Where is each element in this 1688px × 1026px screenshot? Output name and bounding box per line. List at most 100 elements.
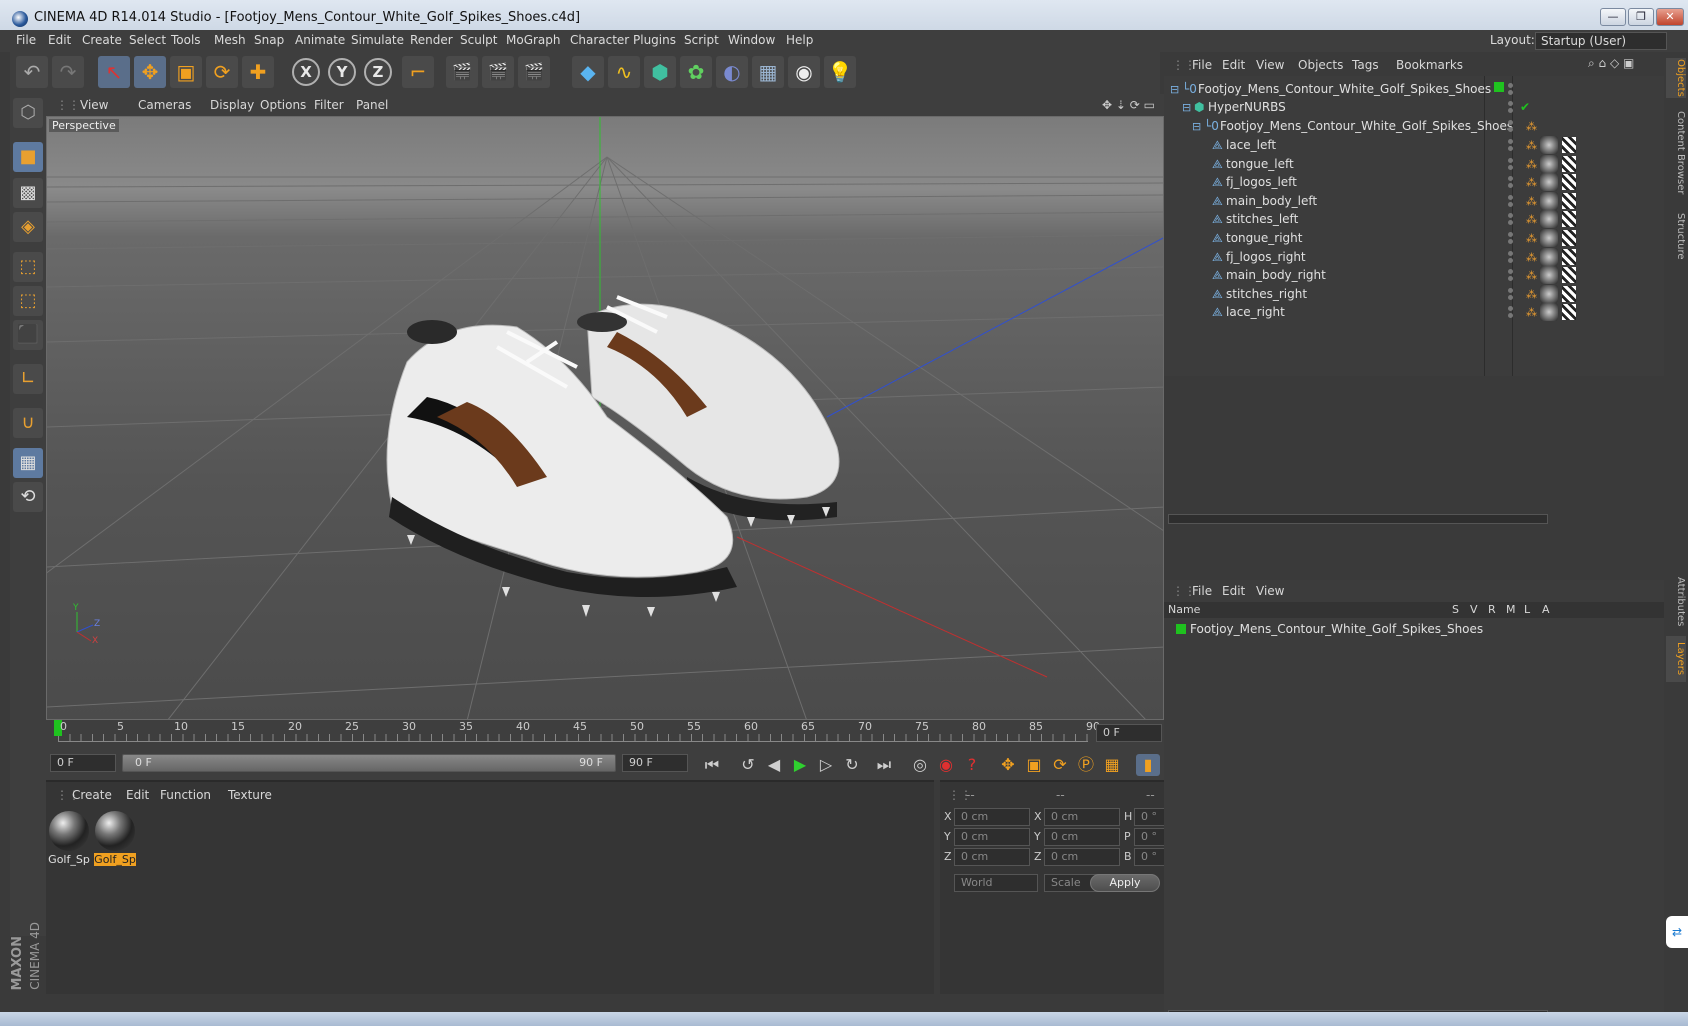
texture-mode-icon[interactable]: ▩: [13, 178, 43, 208]
go-to-start-icon[interactable]: ⏮: [700, 754, 724, 776]
scale-tool-icon[interactable]: ▣: [170, 56, 202, 88]
phong-tag-icon[interactable]: ⁂: [1526, 232, 1538, 245]
material-swatch[interactable]: Golf_Sp: [48, 810, 90, 870]
key-scale-icon[interactable]: ▣: [1022, 754, 1046, 776]
phong-tag-icon[interactable]: ⁂: [1526, 306, 1538, 319]
mat-menu-texture[interactable]: Texture: [228, 788, 272, 802]
texture-tag-icon[interactable]: [1540, 154, 1558, 173]
coord-value-field[interactable]: 0 cm: [954, 808, 1030, 826]
viewport-nav-icons[interactable]: ✥ ⇣ ⟳ ▭: [1102, 98, 1155, 112]
object-row[interactable]: ⟁ tongue_right ⁂: [1164, 229, 1652, 248]
object-row-group[interactable]: ⊟ └0 Footjoy_Mens_Contour_White_Golf_Spi…: [1164, 117, 1652, 136]
object-row[interactable]: ⟁ stitches_left ⁂: [1164, 210, 1652, 229]
uvw-tag-icon[interactable]: [1562, 267, 1576, 284]
menu-window[interactable]: Window: [728, 33, 775, 47]
prev-key-icon[interactable]: ↺: [736, 754, 760, 776]
tab-structure[interactable]: Structure: [1666, 206, 1686, 266]
maximize-button[interactable]: ❐: [1628, 8, 1654, 26]
polygons-mode-icon[interactable]: ⬛: [13, 320, 43, 350]
phong-tag-icon[interactable]: ⁂: [1526, 269, 1538, 282]
teamviewer-icon[interactable]: ⇄: [1666, 916, 1688, 948]
move-tool-icon[interactable]: ✥: [134, 56, 166, 88]
menu-animate[interactable]: Animate: [295, 33, 345, 47]
edges-mode-icon[interactable]: ⬚: [13, 286, 43, 316]
menu-edit[interactable]: Edit: [48, 33, 71, 47]
mat-menu-edit[interactable]: Edit: [126, 788, 149, 802]
object-row[interactable]: ⟁ fj_logos_right ⁂: [1164, 247, 1652, 267]
apply-button[interactable]: Apply: [1090, 874, 1160, 892]
menu-mesh[interactable]: Mesh: [214, 33, 246, 47]
menu-select[interactable]: Select: [129, 33, 166, 47]
om-menu-edit[interactable]: Edit: [1222, 58, 1245, 72]
model-mode-icon[interactable]: ■: [13, 142, 43, 172]
menu-plugins[interactable]: Plugins: [633, 33, 676, 47]
3d-viewport[interactable]: Perspective Y Z X: [46, 116, 1164, 720]
om-menu-bookmarks[interactable]: Bookmarks: [1396, 58, 1463, 72]
minimize-button[interactable]: —: [1600, 8, 1626, 26]
om-menu-tags[interactable]: Tags: [1352, 58, 1379, 72]
texture-tag-icon[interactable]: [1540, 191, 1558, 210]
tab-attributes[interactable]: Attributes: [1666, 572, 1686, 632]
render-picture-viewer-icon[interactable]: 🎬: [482, 56, 514, 88]
key-pla-icon[interactable]: ▦: [1100, 754, 1124, 776]
menu-mograph[interactable]: MoGraph: [506, 33, 561, 47]
texture-tag-icon[interactable]: [1540, 266, 1558, 285]
texture-tag-icon[interactable]: [1540, 136, 1558, 154]
add-object-icon[interactable]: ✚: [242, 56, 274, 88]
uvw-tag-icon[interactable]: [1562, 248, 1576, 265]
workplane-lock-icon[interactable]: ▦: [13, 448, 43, 478]
floor-scene-icon[interactable]: ▦: [752, 56, 784, 88]
menu-file[interactable]: File: [16, 33, 36, 47]
object-row[interactable]: ⟁ lace_right ⁂: [1164, 303, 1652, 322]
record-off-icon[interactable]: ◎: [908, 754, 932, 776]
om-search-home-icons[interactable]: ⌕ ⌂ ◇ ▣: [1588, 56, 1634, 71]
workplane-mode-icon[interactable]: ◈: [13, 212, 43, 242]
record-icon[interactable]: ◉: [934, 754, 958, 776]
vp-menu-cameras[interactable]: Cameras: [138, 98, 191, 112]
y-axis-lock-icon[interactable]: Y: [328, 58, 356, 86]
uvw-tag-icon[interactable]: [1562, 230, 1576, 246]
object-row-hypernurbs[interactable]: ⊟ ⬢ HyperNURBS ✔: [1164, 98, 1652, 117]
menu-simulate[interactable]: Simulate: [351, 33, 404, 47]
key-position-icon[interactable]: ✥: [996, 754, 1020, 776]
phong-tag-icon[interactable]: ⁂: [1526, 176, 1538, 189]
uvw-tag-icon[interactable]: [1562, 304, 1576, 321]
vp-menu-view[interactable]: View: [80, 98, 108, 112]
vp-menu-filter[interactable]: Filter: [314, 98, 344, 112]
material-swatch-selected[interactable]: Golf_Sp: [94, 810, 136, 870]
texture-tag-icon[interactable]: [1540, 210, 1558, 229]
texture-tag-icon[interactable]: [1540, 303, 1558, 322]
mat-menu-function[interactable]: Function: [160, 788, 211, 802]
coord-value-field[interactable]: 0 cm: [1044, 808, 1120, 826]
key-rotation-icon[interactable]: ⟳: [1048, 754, 1072, 776]
coord-value-field[interactable]: 0 cm: [1044, 848, 1120, 866]
phong-tag-icon[interactable]: ⁂: [1526, 213, 1538, 226]
vp-menu-display[interactable]: Display: [210, 98, 254, 112]
mograph-cloner-icon[interactable]: ✿: [680, 56, 712, 88]
object-row[interactable]: ⟁ lace_left ⁂: [1164, 136, 1652, 155]
uvw-tag-icon[interactable]: [1562, 174, 1576, 191]
uvw-tag-icon[interactable]: [1562, 211, 1576, 228]
layer-menu-edit[interactable]: Edit: [1222, 584, 1245, 598]
coord-space-dropdown[interactable]: World: [954, 874, 1038, 892]
key-parameter-icon[interactable]: Ⓟ: [1074, 754, 1098, 776]
object-row[interactable]: ⟁ tongue_left ⁂: [1164, 154, 1652, 174]
menu-script[interactable]: Script: [684, 33, 719, 47]
object-row[interactable]: ⟁ main_body_right ⁂: [1164, 266, 1652, 285]
phong-tag-icon[interactable]: ⁂: [1526, 251, 1538, 264]
coord-value-field[interactable]: 0 cm: [954, 828, 1030, 846]
om-menu-file[interactable]: File: [1192, 58, 1212, 72]
next-key-icon[interactable]: ↻: [840, 754, 864, 776]
golf-shoe-model[interactable]: [386, 295, 840, 617]
redo-icon[interactable]: ↷: [52, 56, 84, 88]
x-axis-lock-icon[interactable]: X: [292, 58, 320, 86]
layer-menu-file[interactable]: File: [1192, 584, 1212, 598]
menu-character[interactable]: Character: [570, 33, 629, 47]
object-row[interactable]: ⟁ main_body_left ⁂: [1164, 191, 1652, 211]
render-settings-icon[interactable]: 🎬: [518, 56, 550, 88]
layout-dropdown[interactable]: Startup (User): [1535, 32, 1667, 50]
play-icon[interactable]: ▶: [788, 754, 812, 776]
vp-menu-panel[interactable]: Panel: [356, 98, 388, 112]
start-frame-field[interactable]: 0 F: [50, 754, 116, 772]
close-button[interactable]: ✕: [1656, 8, 1684, 26]
